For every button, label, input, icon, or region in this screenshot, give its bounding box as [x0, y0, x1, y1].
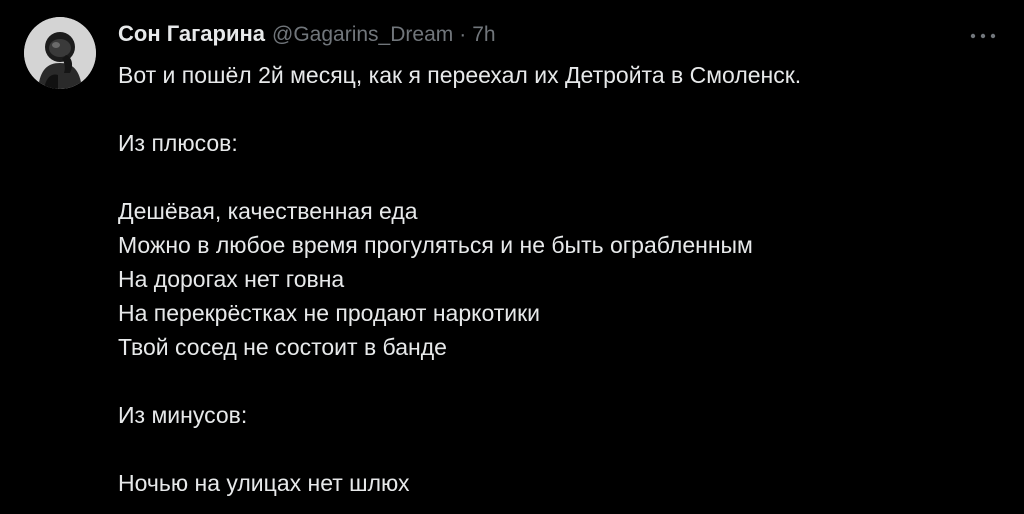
timestamp[interactable]: 7h — [472, 23, 495, 47]
author-handle[interactable]: @Gagarins_Dream — [272, 23, 453, 47]
tweet-line: Ночью на улицах нет шлюх — [118, 470, 410, 496]
tweet[interactable]: Сон Гагарина @Gagarins_Dream · 7h Вот и … — [0, 0, 1024, 514]
tweet-line: Вот и пошёл 2й месяц, как я переехал их … — [118, 62, 802, 88]
tweet-line: Можно в любое время прогуляться и не быт… — [118, 232, 753, 258]
author-name[interactable]: Сон Гагарина — [118, 21, 265, 47]
tweet-header: Сон Гагарина @Gagarins_Dream · 7h — [118, 21, 496, 51]
more-options-button[interactable] — [968, 26, 998, 46]
tweet-line: Твой сосед не состоит в банде — [118, 334, 447, 360]
tweet-line: Из плюсов: — [118, 130, 238, 156]
tweet-line: Из минусов: — [118, 402, 248, 428]
separator-dot: · — [459, 23, 467, 46]
tweet-line: Дешёвая, качественная еда — [118, 198, 418, 224]
tweet-text: Вот и пошёл 2й месяц, как я переехал их … — [118, 58, 998, 500]
avatar[interactable] — [24, 17, 96, 89]
astronaut-avatar-image — [24, 17, 96, 89]
tweet-line: На дорогах нет говна — [118, 266, 345, 292]
tweet-line: На перекрёстках не продают наркотики — [118, 300, 541, 326]
more-horizontal-icon — [970, 33, 996, 39]
